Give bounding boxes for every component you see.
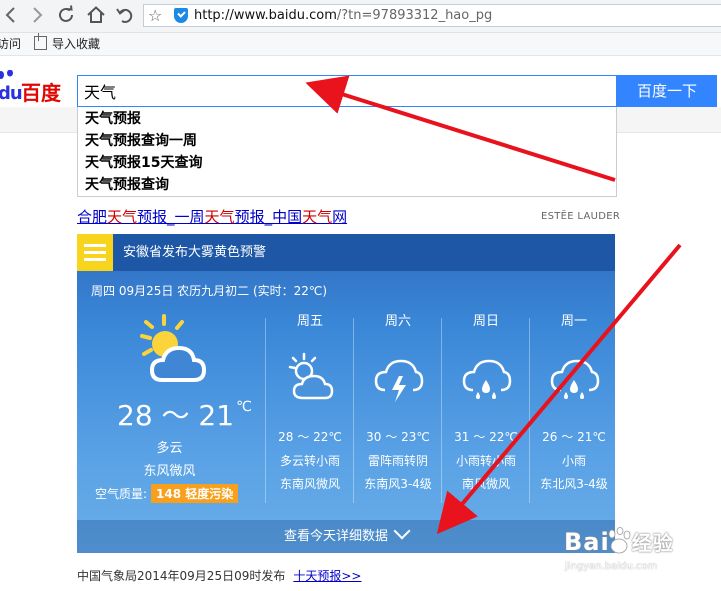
browser-toolbar: ☆ http://www.baidu.com/?tn=97893312_hao_… [0,0,721,33]
url-text[interactable]: http://www.baidu.com/?tn=97893312_hao_pg [194,7,492,25]
air-quality: 空气质量: 148 轻度污染 [95,484,239,503]
baidu-jingyan-watermark: Bai 经验 jingyan.baidu.com [564,527,674,572]
logo-du: du [0,83,23,104]
forecast-day[interactable]: 周日 31 ～ 22℃ 小雨转小雨 南风微风 [442,312,530,493]
thunder-cloud-icon [374,359,424,402]
bookmark-star-icon[interactable]: ☆ [148,6,162,26]
search-input[interactable] [78,76,625,106]
search-button[interactable]: 百度一下 [617,75,717,107]
ad-label[interactable]: ESTĒE LAUDER [541,211,620,222]
rain-cloud-icon [550,359,600,399]
today-condition: 多云 [156,441,183,456]
menu-icon [77,234,113,271]
search-box[interactable] [77,75,625,107]
security-shield-icon [174,8,188,23]
bookmark-import[interactable]: 导入收藏 [34,33,100,52]
logo-text: 百度 [21,81,61,105]
today-temperature: 28 ～ 21 ℃ [117,399,252,432]
home-icon[interactable] [85,4,107,26]
today-wind: 东风微风 [143,464,196,479]
suggestion-item[interactable]: 天气预报查询一周 [78,130,616,152]
alert-text: 安徽省发布大雾黄色预警 [123,245,267,260]
ten-day-forecast-link[interactable]: 十天预报>> [293,569,361,583]
undo-icon[interactable] [114,4,136,26]
more-details-button[interactable]: 查看今天详细数据 [77,520,615,553]
weather-alert-bar[interactable]: 安徽省发布大雾黄色预警 [77,234,615,271]
suggestion-item[interactable]: 天气预报查询 [78,174,616,196]
chevron-down-icon [393,522,411,540]
forward-icon[interactable] [26,4,48,26]
sun-cloud-icon [288,352,334,400]
sun-cloud-icon [140,314,207,382]
suggestion-item[interactable]: 天气预报15天查询 [78,152,616,174]
result-title-link[interactable]: 合肥天气预报_一周天气预报_中国天气网 [77,207,347,227]
refresh-icon[interactable] [55,4,77,26]
source-line: 中国气象局2014年09月25日09时发布 十天预报>> [77,569,362,583]
suggestion-item[interactable]: 天气预报 [78,108,616,130]
import-icon [34,33,47,50]
paw-icon [608,527,631,554]
forecast-day[interactable]: 周五 28 ～ 22℃ 多云转小雨 东南风微风 [266,312,354,493]
forecast-day[interactable]: 周一 26 ～ 21℃ 小雨 东北风3-4级 [530,312,615,493]
suggestion-dropdown: 天气预报 天气预报查询一周 天气预报15天查询 天气预报查询 [77,107,617,197]
date-line: 周四 09月25日 农历九月初二 (实时：22℃) [91,284,328,298]
bookmark-visit[interactable]: 访问 [0,36,21,52]
rain-cloud-icon [462,359,512,399]
forecast-day[interactable]: 周六 30 ～ 23℃ 雷阵雨转阴 东南风3-4级 [354,312,442,493]
back-icon[interactable] [0,4,22,26]
weather-card: 安徽省发布大雾黄色预警 周四 09月25日 农历九月初二 (实时：22℃) 28… [77,234,615,553]
address-bar[interactable]: ☆ http://www.baidu.com/?tn=97893312_hao_… [143,4,721,27]
aq-badge[interactable]: 148 轻度污染 [151,484,239,503]
bookmarks-bar: 访问 导入收藏 [0,33,721,56]
